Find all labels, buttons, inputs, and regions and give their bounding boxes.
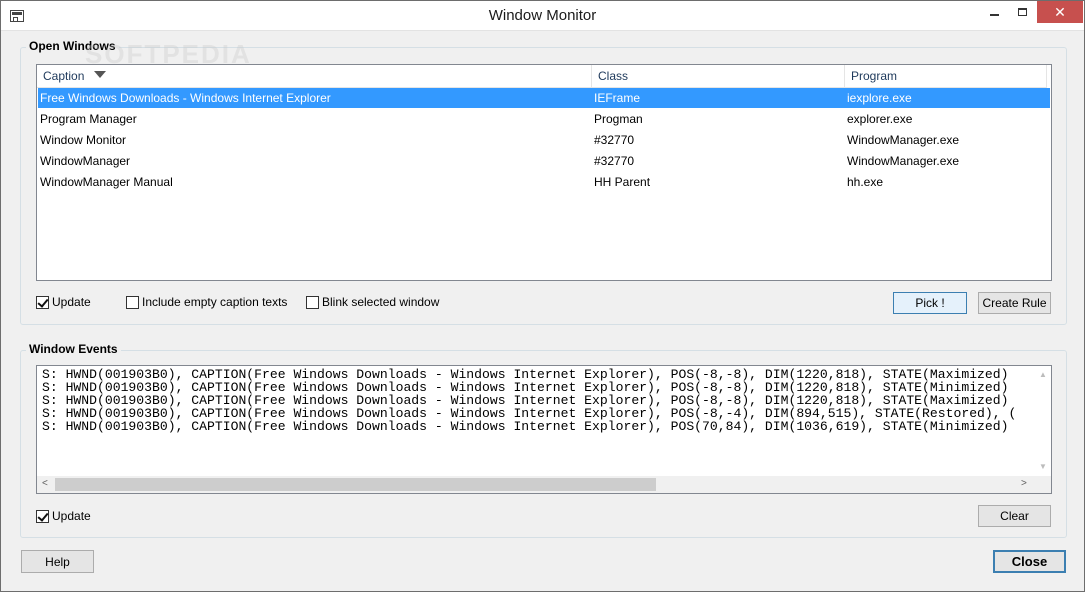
list-header: Caption Class Program: [37, 65, 1047, 88]
column-header-class[interactable]: Class: [592, 65, 845, 87]
open-windows-list[interactable]: Caption Class Program Free Windows Downl…: [36, 64, 1052, 281]
minimize-icon: [990, 14, 999, 16]
cell-program: hh.exe: [847, 175, 884, 189]
blink-selected-checkbox[interactable]: Blink selected window: [306, 295, 439, 309]
cell-program: WindowManager.exe: [847, 133, 960, 147]
cell-caption: WindowManager Manual: [40, 175, 173, 189]
checkbox-blink-box[interactable]: [306, 295, 319, 309]
pick-button[interactable]: Pick !: [893, 292, 967, 314]
scroll-down-icon[interactable]: ▼: [1039, 462, 1047, 471]
table-row[interactable]: Program Manager Progman explorer.exe: [38, 109, 1050, 129]
cell-program: WindowManager.exe: [847, 154, 960, 168]
column-class-label: Class: [598, 69, 629, 83]
checkbox-update-windows-box[interactable]: [36, 295, 49, 309]
maximize-button[interactable]: [1009, 1, 1036, 23]
window-events-label: Window Events: [26, 342, 121, 356]
table-row[interactable]: WindowManager Manual HH Parent hh.exe: [38, 172, 1050, 192]
cell-caption: WindowManager: [40, 154, 131, 168]
update-windows-checkbox[interactable]: Update: [36, 295, 91, 309]
update-events-checkbox[interactable]: Update: [36, 509, 91, 523]
cell-class: HH Parent: [594, 175, 651, 189]
update-windows-label: Update: [52, 295, 91, 309]
create-rule-button[interactable]: Create Rule: [978, 292, 1051, 314]
cell-caption: Free Windows Downloads - Windows Interne…: [40, 91, 331, 105]
column-program-label: Program: [851, 69, 898, 83]
scrollbar-corner: [1034, 476, 1051, 493]
checkbox-include-empty-box[interactable]: [126, 295, 139, 309]
checkbox-update-events-box[interactable]: [36, 509, 49, 523]
cell-class: #32770: [594, 133, 635, 147]
table-row[interactable]: Window Monitor #32770 WindowManager.exe: [38, 130, 1050, 150]
sort-descending-icon: [94, 71, 107, 78]
table-row[interactable]: Free Windows Downloads - Windows Interne…: [38, 88, 1050, 108]
window-events-log[interactable]: S: HWND(001903B0), CAPTION(Free Windows …: [36, 365, 1052, 494]
scroll-right-icon[interactable]: >: [1021, 478, 1027, 489]
include-empty-caption-checkbox[interactable]: Include empty caption texts: [126, 295, 287, 309]
scroll-up-icon[interactable]: ▲: [1039, 370, 1047, 379]
help-button[interactable]: Help: [21, 550, 94, 573]
title-bar[interactable]: Window Monitor ✕: [1, 1, 1084, 31]
event-line: S: HWND(001903B0), CAPTION(Free Windows …: [42, 419, 1009, 433]
maximize-icon: [1018, 8, 1027, 16]
events-text[interactable]: S: HWND(001903B0), CAPTION(Free Windows …: [42, 368, 1032, 433]
update-events-label: Update: [52, 509, 91, 523]
cell-class: Progman: [594, 112, 643, 126]
cell-program: explorer.exe: [847, 112, 913, 126]
cell-caption: Window Monitor: [40, 133, 127, 147]
include-empty-caption-label: Include empty caption texts: [142, 295, 288, 309]
minimize-button[interactable]: [981, 1, 1008, 23]
close-button[interactable]: Close: [993, 550, 1066, 573]
cell-class: IEFrame: [594, 91, 641, 105]
column-header-caption[interactable]: Caption: [37, 65, 592, 87]
cell-class: #32770: [594, 154, 635, 168]
clear-button[interactable]: Clear: [978, 505, 1051, 527]
close-icon: ✕: [1054, 3, 1066, 20]
window-title: Window Monitor: [488, 7, 597, 24]
scroll-left-icon[interactable]: <: [42, 478, 48, 489]
column-header-program[interactable]: Program: [845, 65, 1047, 87]
blink-selected-label: Blink selected window: [322, 295, 440, 309]
cell-program: iexplore.exe: [847, 91, 912, 105]
window-monitor-window: Window Monitor ✕ Open Windows SOFTPEDIA …: [0, 0, 1085, 592]
cell-caption: Program Manager: [40, 112, 137, 126]
events-horizontal-scrollbar[interactable]: < >: [37, 476, 1051, 493]
open-windows-label: Open Windows: [26, 39, 119, 53]
table-row[interactable]: WindowManager #32770 WindowManager.exe: [38, 151, 1050, 171]
horizontal-scroll-thumb[interactable]: [55, 478, 656, 491]
close-window-button[interactable]: ✕: [1037, 1, 1083, 23]
events-vertical-scrollbar[interactable]: ▲ ▼: [1034, 366, 1051, 476]
column-caption-label: Caption: [43, 69, 85, 83]
